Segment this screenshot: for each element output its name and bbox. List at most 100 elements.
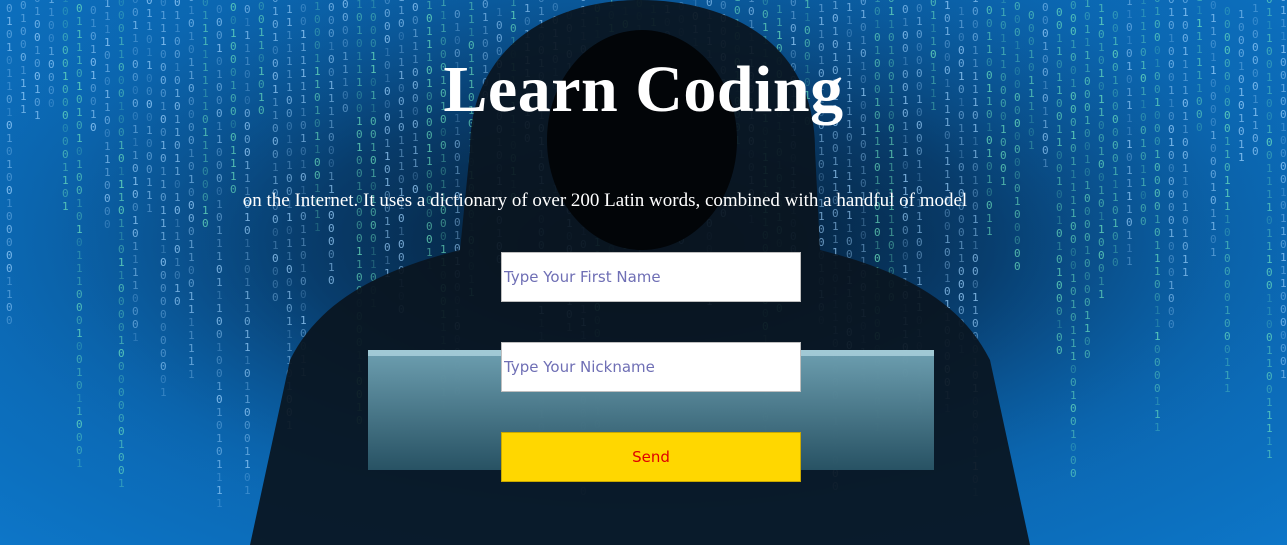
svg-text:0: 0 [244,419,251,432]
svg-text:1: 1 [244,341,251,354]
svg-text:0: 0 [1084,140,1091,153]
svg-text:1: 1 [426,25,433,38]
svg-text:1: 1 [1154,330,1161,343]
svg-text:1: 1 [76,405,83,418]
svg-text:1: 1 [1070,298,1077,311]
hero-description: on the Internet. It uses a dictionary of… [242,190,968,211]
svg-text:0: 0 [48,32,55,45]
svg-text:1: 1 [6,15,13,28]
svg-text:1: 1 [958,174,965,187]
svg-text:1: 1 [916,223,923,236]
svg-text:1: 1 [832,168,839,181]
svg-text:0: 0 [832,129,839,142]
svg-text:0: 0 [118,0,125,9]
svg-text:1: 1 [1056,175,1063,188]
svg-text:1: 1 [1126,8,1133,21]
svg-text:1: 1 [6,158,13,171]
svg-text:1: 1 [104,23,111,36]
svg-text:1: 1 [132,279,139,292]
send-button[interactable]: Send [501,432,801,482]
svg-text:1: 1 [1070,350,1077,363]
svg-text:1: 1 [874,135,881,148]
svg-text:1: 1 [1280,186,1287,199]
nickname-input[interactable] [501,342,801,392]
svg-text:1: 1 [958,239,965,252]
svg-text:0: 0 [286,263,293,276]
svg-text:0: 0 [762,0,769,8]
svg-text:1: 1 [1154,148,1161,161]
svg-text:0: 0 [958,278,965,291]
svg-text:1: 1 [1154,395,1161,408]
svg-text:1: 1 [76,249,83,262]
svg-text:1: 1 [972,213,979,226]
svg-text:0: 0 [1224,31,1231,44]
svg-text:1: 1 [132,240,139,253]
svg-text:0: 0 [62,18,69,31]
svg-text:1: 1 [818,28,825,41]
first-name-input[interactable] [501,252,801,302]
svg-text:0: 0 [384,241,391,254]
svg-text:1: 1 [846,157,853,170]
svg-text:0: 0 [76,236,83,249]
svg-text:0: 0 [958,161,965,174]
svg-text:0: 0 [118,451,125,464]
svg-text:0: 0 [244,432,251,445]
svg-text:0: 0 [216,29,223,42]
svg-text:0: 0 [118,386,125,399]
svg-text:1: 1 [1266,357,1273,370]
svg-text:1: 1 [986,147,993,160]
svg-text:1: 1 [188,368,195,381]
svg-text:1: 1 [300,236,307,249]
svg-text:1: 1 [1140,20,1147,33]
svg-text:0: 0 [440,139,447,152]
svg-text:1: 1 [188,290,195,303]
svg-text:0: 0 [1280,303,1287,316]
svg-text:0: 0 [958,213,965,226]
svg-text:0: 0 [1112,230,1119,243]
svg-text:1: 1 [76,275,83,288]
svg-text:1: 1 [1056,136,1063,149]
svg-text:0: 0 [188,212,195,225]
svg-text:1: 1 [76,132,83,145]
svg-text:0: 0 [1140,150,1147,163]
svg-text:1: 1 [314,143,321,156]
svg-text:1: 1 [902,172,909,185]
svg-text:0: 0 [902,224,909,237]
svg-text:0: 0 [1224,161,1231,174]
svg-text:0: 0 [1154,356,1161,369]
svg-text:0: 0 [146,150,153,163]
svg-text:0: 0 [384,0,391,7]
svg-text:0: 0 [846,235,853,248]
svg-text:0: 0 [300,249,307,262]
svg-text:1: 1 [1266,253,1273,266]
svg-text:1: 1 [902,133,909,146]
svg-text:1: 1 [972,239,979,252]
svg-text:1: 1 [146,7,153,20]
svg-text:1: 1 [188,30,195,43]
svg-text:0: 0 [342,37,349,50]
svg-text:1: 1 [216,133,223,146]
svg-text:0: 0 [902,237,909,250]
svg-text:0: 0 [272,135,279,148]
svg-text:0: 0 [216,16,223,29]
svg-text:0: 0 [1280,199,1287,212]
svg-text:1: 1 [832,233,839,246]
svg-text:1: 1 [286,237,293,250]
svg-text:0: 0 [104,127,111,140]
svg-text:1: 1 [20,12,27,25]
svg-text:0: 0 [384,20,391,33]
svg-text:1: 1 [846,222,853,235]
svg-text:0: 0 [944,285,951,298]
svg-text:1: 1 [426,246,433,259]
svg-text:0: 0 [342,0,349,11]
svg-text:1: 1 [356,0,363,11]
svg-text:0: 0 [1084,257,1091,270]
svg-text:1: 1 [384,150,391,163]
svg-text:0: 0 [188,225,195,238]
svg-text:1: 1 [860,242,867,255]
svg-text:0: 0 [1084,270,1091,283]
svg-text:0: 0 [1182,214,1189,227]
svg-text:1: 1 [6,132,13,145]
svg-text:1: 1 [160,139,167,152]
svg-text:0: 0 [1084,218,1091,231]
